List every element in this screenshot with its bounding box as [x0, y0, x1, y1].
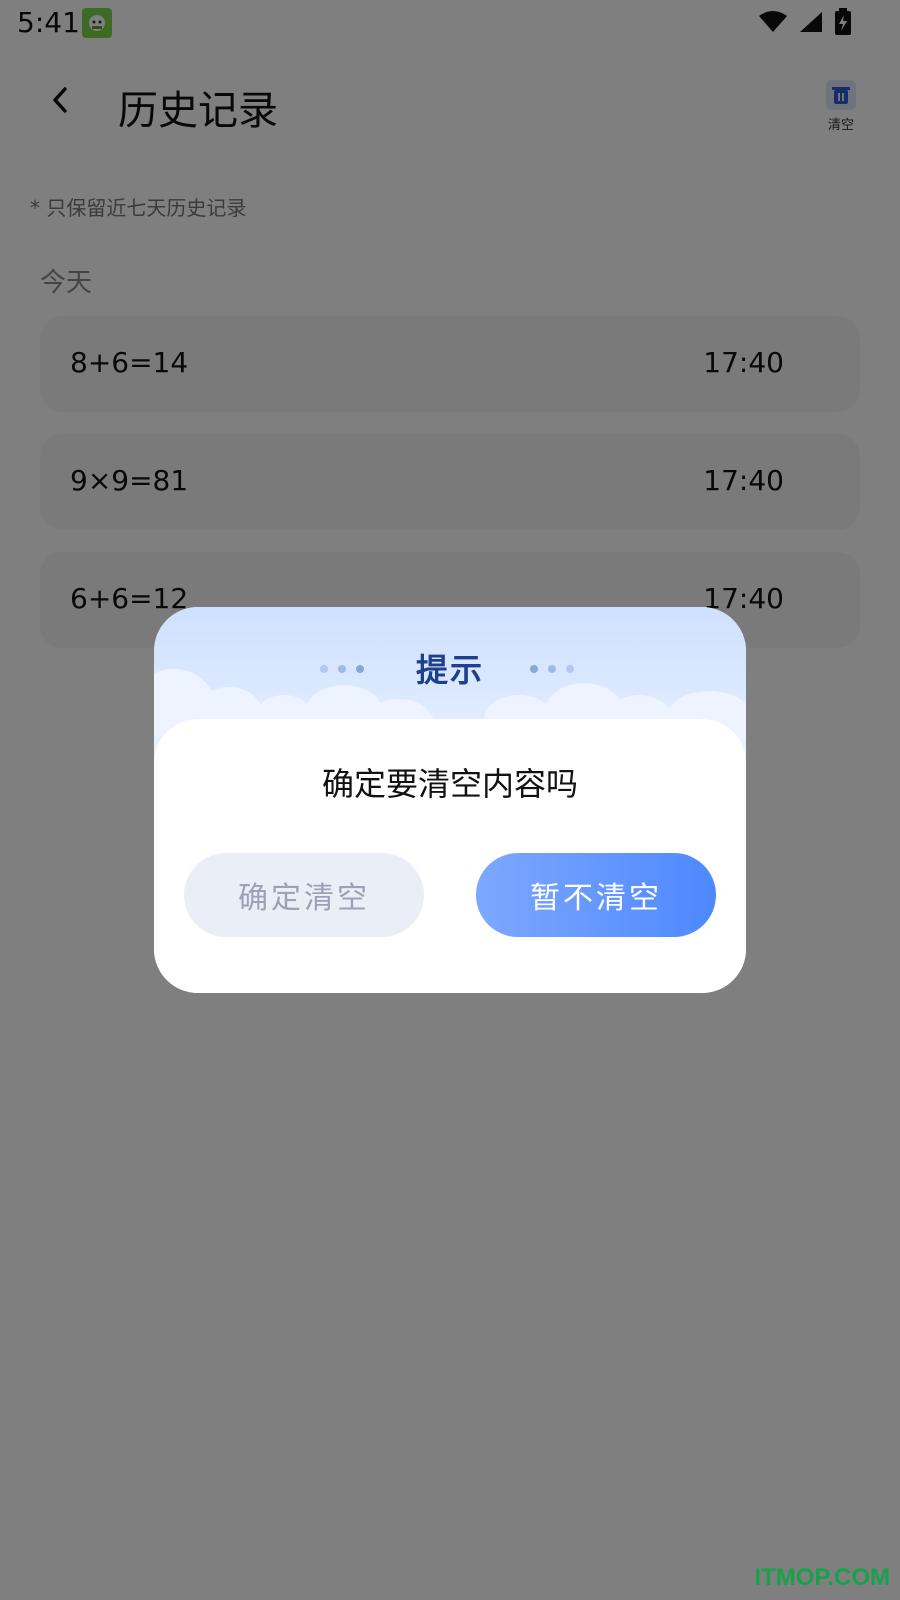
confirm-clear-label: 确定清空	[238, 881, 370, 916]
dialog-title: 提示	[415, 651, 484, 689]
confirm-clear-button[interactable]: 确定清空	[184, 853, 424, 937]
site-watermark: ITMOP.COM	[754, 1564, 890, 1591]
cancel-clear-label: 暂不清空	[530, 881, 662, 916]
cancel-clear-button[interactable]: 暂不清空	[476, 853, 716, 937]
dialog-message: 确定要清空内容吗	[321, 765, 578, 803]
title-dots-right-icon	[530, 665, 574, 673]
confirm-dialog: 提示 确定要清空内容吗 确定清空 暂不清空	[154, 607, 746, 993]
